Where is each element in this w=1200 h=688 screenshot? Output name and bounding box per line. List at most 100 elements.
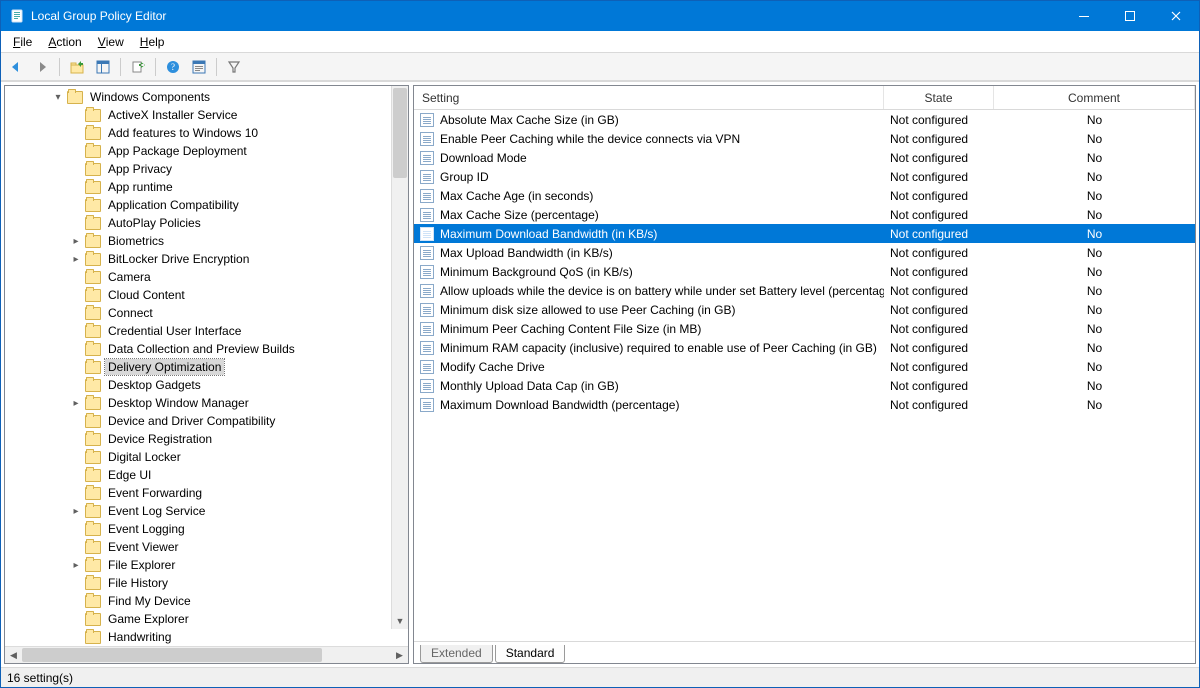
app-icon	[9, 8, 25, 24]
chevron-right-icon[interactable]: ▸	[69, 252, 83, 266]
settings-row[interactable]: Modify Cache DriveNot configuredNo	[414, 357, 1195, 376]
tab-standard[interactable]: Standard	[495, 645, 566, 663]
scroll-left-icon[interactable]: ◀	[5, 647, 22, 663]
tree-node[interactable]: App Package Deployment	[5, 142, 408, 160]
chevron-right-icon[interactable]: ▸	[69, 234, 83, 248]
tree-twisty-empty	[69, 324, 83, 338]
setting-state: Not configured	[890, 246, 968, 260]
export-list-button[interactable]	[127, 56, 149, 78]
tree-node[interactable]: App runtime	[5, 178, 408, 196]
settings-row[interactable]: Maximum Download Bandwidth (percentage)N…	[414, 395, 1195, 414]
tree-horizontal-scrollbar[interactable]: ◀ ▶	[5, 646, 408, 663]
tree-node[interactable]: Camera	[5, 268, 408, 286]
folder-icon	[85, 613, 101, 626]
menu-file[interactable]: File	[5, 33, 40, 51]
settings-row[interactable]: Allow uploads while the device is on bat…	[414, 281, 1195, 300]
setting-name: Minimum disk size allowed to use Peer Ca…	[440, 303, 735, 317]
tree-scroll-area: ▾Windows Components ActiveX Installer Ser…	[5, 86, 408, 646]
setting-comment: No	[1087, 246, 1102, 260]
tree-node[interactable]: ▸BitLocker Drive Encryption	[5, 250, 408, 268]
settings-row[interactable]: Download ModeNot configuredNo	[414, 148, 1195, 167]
settings-row[interactable]: Enable Peer Caching while the device con…	[414, 129, 1195, 148]
tree-node[interactable]: ▸Event Log Service	[5, 502, 408, 520]
tree-node[interactable]: Credential User Interface	[5, 322, 408, 340]
tree-node[interactable]: Connect	[5, 304, 408, 322]
settings-row[interactable]: Minimum RAM capacity (inclusive) require…	[414, 338, 1195, 357]
tree-twisty-empty	[69, 360, 83, 374]
forward-button[interactable]	[31, 56, 53, 78]
maximize-button[interactable]	[1107, 1, 1153, 31]
folder-icon	[85, 379, 101, 392]
tree-node[interactable]: Find My Device	[5, 592, 408, 610]
tree-node[interactable]: Add features to Windows 10	[5, 124, 408, 142]
console-tree[interactable]: ▾Windows Components ActiveX Installer Ser…	[5, 86, 408, 646]
settings-row[interactable]: Group IDNot configuredNo	[414, 167, 1195, 186]
setting-name: Monthly Upload Data Cap (in GB)	[440, 379, 619, 393]
menu-help[interactable]: Help	[132, 33, 173, 51]
tree-node[interactable]: Event Viewer	[5, 538, 408, 556]
settings-row[interactable]: Max Cache Size (percentage)Not configure…	[414, 205, 1195, 224]
tree-node[interactable]: AutoPlay Policies	[5, 214, 408, 232]
minimize-button[interactable]	[1061, 1, 1107, 31]
policy-icon	[420, 227, 434, 241]
settings-row[interactable]: Monthly Upload Data Cap (in GB) Not confi…	[414, 376, 1195, 395]
tree-node-label: Desktop Gadgets	[108, 378, 201, 392]
up-one-level-button[interactable]	[66, 56, 88, 78]
settings-row[interactable]: Absolute Max Cache Size (in GB)Not confi…	[414, 110, 1195, 129]
setting-state: Not configured	[890, 379, 968, 393]
tree-node[interactable]: Handwriting	[5, 628, 408, 646]
tree-node[interactable]: Device Registration	[5, 430, 408, 448]
chevron-right-icon[interactable]: ▸	[69, 558, 83, 572]
chevron-right-icon[interactable]: ▸	[69, 396, 83, 410]
back-button[interactable]	[5, 56, 27, 78]
scroll-thumb[interactable]	[393, 88, 407, 178]
filter-button[interactable]	[223, 56, 245, 78]
tree-node[interactable]: Digital Locker	[5, 448, 408, 466]
tree-node-label: ActiveX Installer Service	[108, 108, 237, 122]
chevron-down-icon[interactable]: ▾	[51, 90, 65, 104]
tree-node[interactable]: ▸Biometrics	[5, 232, 408, 250]
tree-node[interactable]: Event Forwarding	[5, 484, 408, 502]
settings-row[interactable]: Minimum Background QoS (in KB/s)Not conf…	[414, 262, 1195, 281]
tab-extended[interactable]: Extended	[420, 645, 493, 663]
settings-row[interactable]: Max Cache Age (in seconds)Not configured…	[414, 186, 1195, 205]
tree-vertical-scrollbar[interactable]: ▲ ▼	[391, 86, 408, 629]
tree-node[interactable]: App Privacy	[5, 160, 408, 178]
close-button[interactable]	[1153, 1, 1199, 31]
settings-list[interactable]: Absolute Max Cache Size (in GB)Not confi…	[414, 110, 1195, 414]
tree-node[interactable]: ▸Desktop Window Manager	[5, 394, 408, 412]
column-header-comment[interactable]: Comment	[994, 86, 1195, 109]
menu-action[interactable]: Action	[40, 33, 89, 51]
tree-node[interactable]: Cloud Content	[5, 286, 408, 304]
help-button[interactable]: ?	[162, 56, 184, 78]
setting-comment: No	[1087, 360, 1102, 374]
settings-row[interactable]: Minimum disk size allowed to use Peer Ca…	[414, 300, 1195, 319]
settings-row[interactable]: Maximum Download Bandwidth (in KB/s)Not …	[414, 224, 1195, 243]
tree-node[interactable]: Edge UI	[5, 466, 408, 484]
setting-state: Not configured	[890, 132, 968, 146]
tree-node[interactable]: Device and Driver Compatibility	[5, 412, 408, 430]
column-header-setting[interactable]: Setting	[414, 86, 884, 109]
tree-node[interactable]: File History	[5, 574, 408, 592]
column-header-state[interactable]: State	[884, 86, 994, 109]
settings-row[interactable]: Minimum Peer Caching Content File Size (…	[414, 319, 1195, 338]
tree-node[interactable]: Data Collection and Preview Builds	[5, 340, 408, 358]
chevron-right-icon[interactable]: ▸	[69, 504, 83, 518]
scroll-down-icon[interactable]: ▼	[392, 612, 408, 629]
tree-node-root[interactable]: ▾Windows Components	[5, 88, 408, 106]
tree-node[interactable]: Event Logging	[5, 520, 408, 538]
tree-node[interactable]: Delivery Optimization	[5, 358, 408, 376]
tree-node[interactable]: Game Explorer	[5, 610, 408, 628]
tree-node[interactable]: ActiveX Installer Service	[5, 106, 408, 124]
menu-view[interactable]: View	[90, 33, 132, 51]
tree-node[interactable]: ▸File Explorer	[5, 556, 408, 574]
setting-state: Not configured	[890, 322, 968, 336]
show-hide-tree-button[interactable]	[92, 56, 114, 78]
tree-node[interactable]: Application Compatibility	[5, 196, 408, 214]
properties-button[interactable]	[188, 56, 210, 78]
scroll-thumb[interactable]	[22, 648, 322, 662]
scroll-right-icon[interactable]: ▶	[391, 647, 408, 663]
settings-row[interactable]: Max Upload Bandwidth (in KB/s)Not config…	[414, 243, 1195, 262]
folder-icon	[85, 577, 101, 590]
tree-node[interactable]: Desktop Gadgets	[5, 376, 408, 394]
